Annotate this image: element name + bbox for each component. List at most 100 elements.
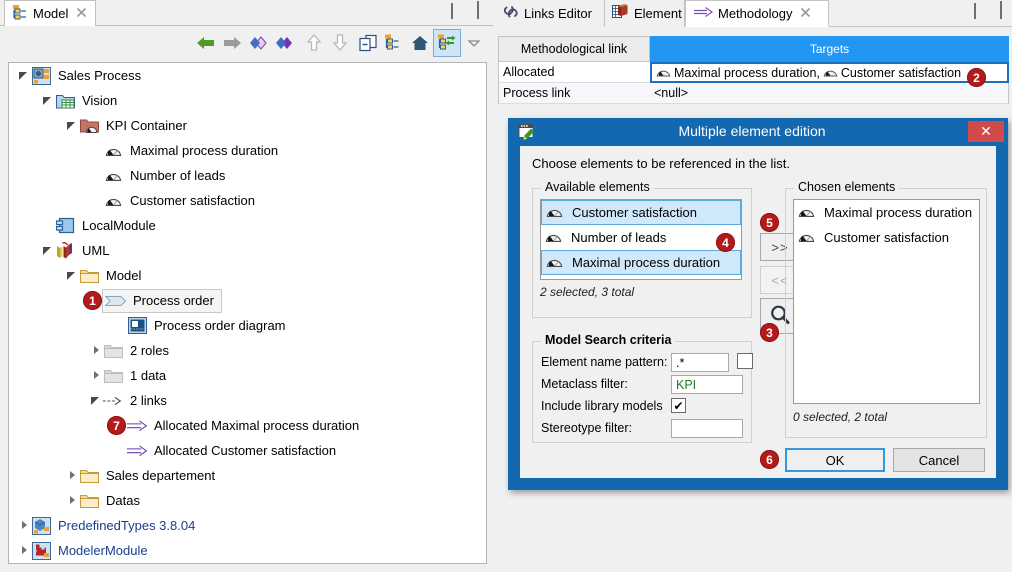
- available-list-item[interactable]: Number of leads: [541, 225, 741, 250]
- metaclass-filter-input[interactable]: KPI: [671, 375, 743, 394]
- tree-item[interactable]: PredefinedTypes 3.8.04: [9, 513, 486, 538]
- tree-item-label: 1 data: [130, 368, 167, 383]
- available-elements-list[interactable]: Customer satisfaction Number of leads Maxi…: [540, 199, 742, 280]
- model-project-icon: [30, 66, 52, 86]
- down-arrow-icon[interactable]: [327, 30, 353, 56]
- dialog-titlebar[interactable]: Multiple element edition ✕: [508, 118, 1008, 144]
- twisty-none: [91, 195, 102, 206]
- twisty-collapsed-icon[interactable]: [91, 345, 102, 356]
- right-minimize-button[interactable]: [974, 3, 976, 19]
- callout-badge-2: 2: [967, 68, 986, 87]
- twisty-expanded-icon[interactable]: [43, 245, 54, 256]
- tree-item[interactable]: Process order diagram: [9, 313, 486, 338]
- tab-links-editor-label: Links Editor: [524, 6, 592, 21]
- stereotype-filter-input[interactable]: [671, 419, 743, 438]
- tab-element[interactable]: Element: [605, 0, 685, 27]
- up-arrow-icon[interactable]: [301, 30, 327, 56]
- column-header-methodological-link[interactable]: Methodological link: [498, 36, 650, 62]
- tree-item[interactable]: Vision: [9, 88, 486, 113]
- tree-item[interactable]: Sales departement: [9, 463, 486, 488]
- dialog-close-button[interactable]: ✕: [968, 121, 1004, 142]
- tree-item[interactable]: Process order 1: [9, 288, 486, 313]
- tree-item[interactable]: 1 data: [9, 363, 486, 388]
- tree-item[interactable]: Maximal process duration: [9, 138, 486, 163]
- next-element-icon[interactable]: [273, 30, 299, 56]
- tab-links-editor[interactable]: Links Editor: [495, 0, 605, 27]
- maximize-icon: [1000, 1, 1002, 19]
- application-window: Model Sales Process Vision KPI Container…: [0, 0, 1012, 572]
- cell-targets[interactable]: Maximal process duration, Customer satis…: [650, 62, 1009, 83]
- twisty-expanded-icon[interactable]: [91, 395, 102, 406]
- methodology-arrow-icon: [693, 6, 714, 21]
- left-minimize-button[interactable]: [451, 3, 453, 19]
- tab-methodology[interactable]: Methodology: [685, 0, 829, 27]
- chosen-list-item[interactable]: Customer satisfaction: [794, 225, 979, 250]
- maximize-icon: [477, 1, 479, 19]
- model-tree[interactable]: Sales Process Vision KPI Container Maximal …: [8, 62, 487, 564]
- tree-item-label: Allocated Customer satisfaction: [154, 443, 337, 458]
- tree-item-selected[interactable]: Process order: [102, 288, 222, 313]
- view-menu-icon[interactable]: [461, 30, 487, 56]
- twisty-expanded-icon[interactable]: [67, 270, 78, 281]
- tree-item[interactable]: UML: [9, 238, 486, 263]
- tree-item[interactable]: Number of leads: [9, 163, 486, 188]
- kpi-gauge-icon: [102, 166, 124, 186]
- available-list-item[interactable]: Maximal process duration: [541, 250, 741, 275]
- element-name-pattern-input[interactable]: .*: [671, 353, 729, 372]
- multiple-element-edition-dialog: Multiple element edition ✕ Choose elemen…: [508, 118, 1008, 490]
- twisty-collapsed-icon[interactable]: [67, 495, 78, 506]
- tree-item[interactable]: KPI Container: [9, 113, 486, 138]
- twisty-expanded-icon[interactable]: [43, 95, 54, 106]
- chosen-elements-list[interactable]: Maximal process duration Customer satisfa…: [793, 199, 980, 404]
- available-list-item[interactable]: Customer satisfaction: [541, 200, 741, 225]
- tree-item[interactable]: Datas: [9, 488, 486, 513]
- twisty-collapsed-icon[interactable]: [19, 520, 30, 531]
- tree-item-label: 2 links: [130, 393, 167, 408]
- tree-item-label: Process order: [133, 293, 214, 308]
- home-icon[interactable]: [407, 30, 433, 56]
- tree-item[interactable]: ModelerModule: [9, 538, 486, 563]
- column-header-targets[interactable]: Targets: [650, 36, 1009, 62]
- twisty-collapsed-icon[interactable]: [91, 370, 102, 381]
- ok-button[interactable]: OK: [785, 448, 885, 472]
- previous-element-icon[interactable]: [247, 30, 273, 56]
- tab-model-close-icon[interactable]: [76, 7, 87, 21]
- collapse-all-icon[interactable]: [355, 30, 381, 56]
- link-with-editor-icon[interactable]: [433, 29, 461, 57]
- callout-badge-1: 1: [83, 291, 102, 310]
- tree-item-label: PredefinedTypes 3.8.04: [58, 518, 196, 533]
- left-maximize-button[interactable]: [477, 1, 479, 19]
- tab-methodology-close-icon[interactable]: [800, 7, 811, 21]
- forward-arrow-icon[interactable]: [219, 30, 245, 56]
- right-maximize-button[interactable]: [1000, 1, 1002, 19]
- kpi-gauge-icon: [823, 65, 838, 81]
- tree-item[interactable]: Model: [9, 263, 486, 288]
- table-row[interactable]: Process link <null>: [498, 83, 1009, 104]
- element-name-pattern-checkbox[interactable]: [737, 353, 753, 369]
- tree-item[interactable]: Allocated Customer satisfaction: [9, 438, 486, 463]
- tree-item[interactable]: 2 roles: [9, 338, 486, 363]
- folder-icon: [78, 266, 100, 286]
- tree-item[interactable]: Allocated Maximal process duration 7: [9, 413, 486, 438]
- expand-tree-icon[interactable]: [381, 30, 407, 56]
- cancel-button[interactable]: Cancel: [893, 448, 985, 472]
- twisty-expanded-icon[interactable]: [67, 120, 78, 131]
- tree-item[interactable]: Customer satisfaction: [9, 188, 486, 213]
- twisty-expanded-icon[interactable]: [19, 70, 30, 81]
- element-table-icon: [612, 4, 629, 23]
- back-arrow-icon[interactable]: [193, 30, 219, 56]
- twisty-collapsed-icon[interactable]: [19, 545, 30, 556]
- chosen-list-item[interactable]: Maximal process duration: [794, 200, 979, 225]
- include-library-models-checkbox[interactable]: ✔: [671, 398, 686, 413]
- tree-item[interactable]: 2 links: [9, 388, 486, 413]
- cell-targets[interactable]: <null>: [650, 83, 1009, 104]
- folder-icon: [78, 491, 100, 511]
- tree-item-label: ModelerModule: [58, 543, 148, 558]
- dialog-body: Choose elements to be referenced in the …: [520, 146, 996, 478]
- twisty-collapsed-icon[interactable]: [67, 470, 78, 481]
- tab-model[interactable]: Model: [4, 0, 97, 26]
- tree-item[interactable]: LocalModule: [9, 213, 486, 238]
- tree-item[interactable]: Sales Process: [9, 63, 486, 88]
- table-row[interactable]: Allocated Maximal process duration, Cust…: [498, 62, 1009, 83]
- kpi-gauge-icon: [545, 229, 562, 247]
